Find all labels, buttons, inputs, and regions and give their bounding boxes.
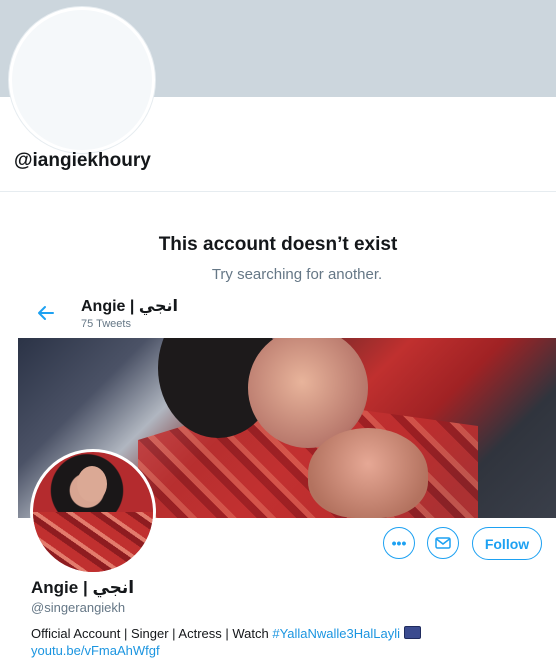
profile-bio: Official Account | Singer | Actress | Wa…: [31, 626, 422, 641]
back-arrow-icon[interactable]: [35, 302, 57, 324]
profile-handle-secondary: @singerangiekh: [31, 600, 126, 615]
account-not-exist-title: This account doesn’t exist: [158, 234, 398, 255]
envelope-icon: [435, 537, 451, 549]
more-options-button[interactable]: •••: [383, 527, 415, 559]
follow-button[interactable]: Follow: [472, 527, 542, 560]
profile-avatar[interactable]: [30, 449, 156, 575]
profile-handle: @iangiekhoury: [14, 150, 151, 171]
profile-url-link[interactable]: youtu.be/vFmaAhWfgf: [31, 643, 160, 658]
bio-hashtag-link[interactable]: #YallaNwalle3HalLayli: [272, 626, 400, 641]
tweet-count: 75 Tweets: [81, 318, 131, 330]
message-button[interactable]: [427, 527, 459, 559]
bio-text: Official Account | Singer | Actress | Wa…: [31, 626, 273, 641]
profile-name: Angie | انجي: [31, 578, 135, 597]
avatar-placeholder: [9, 7, 155, 153]
header-profile-name: Angie | انجي: [81, 298, 179, 315]
embedded-profile-screenshot: Angie | انجي 75 Tweets ••• Follow Angie …: [17, 288, 556, 668]
divider: [0, 191, 556, 192]
tv-emoji-icon: [404, 626, 422, 639]
account-not-exist-subtitle: Try searching for another.: [211, 266, 383, 283]
